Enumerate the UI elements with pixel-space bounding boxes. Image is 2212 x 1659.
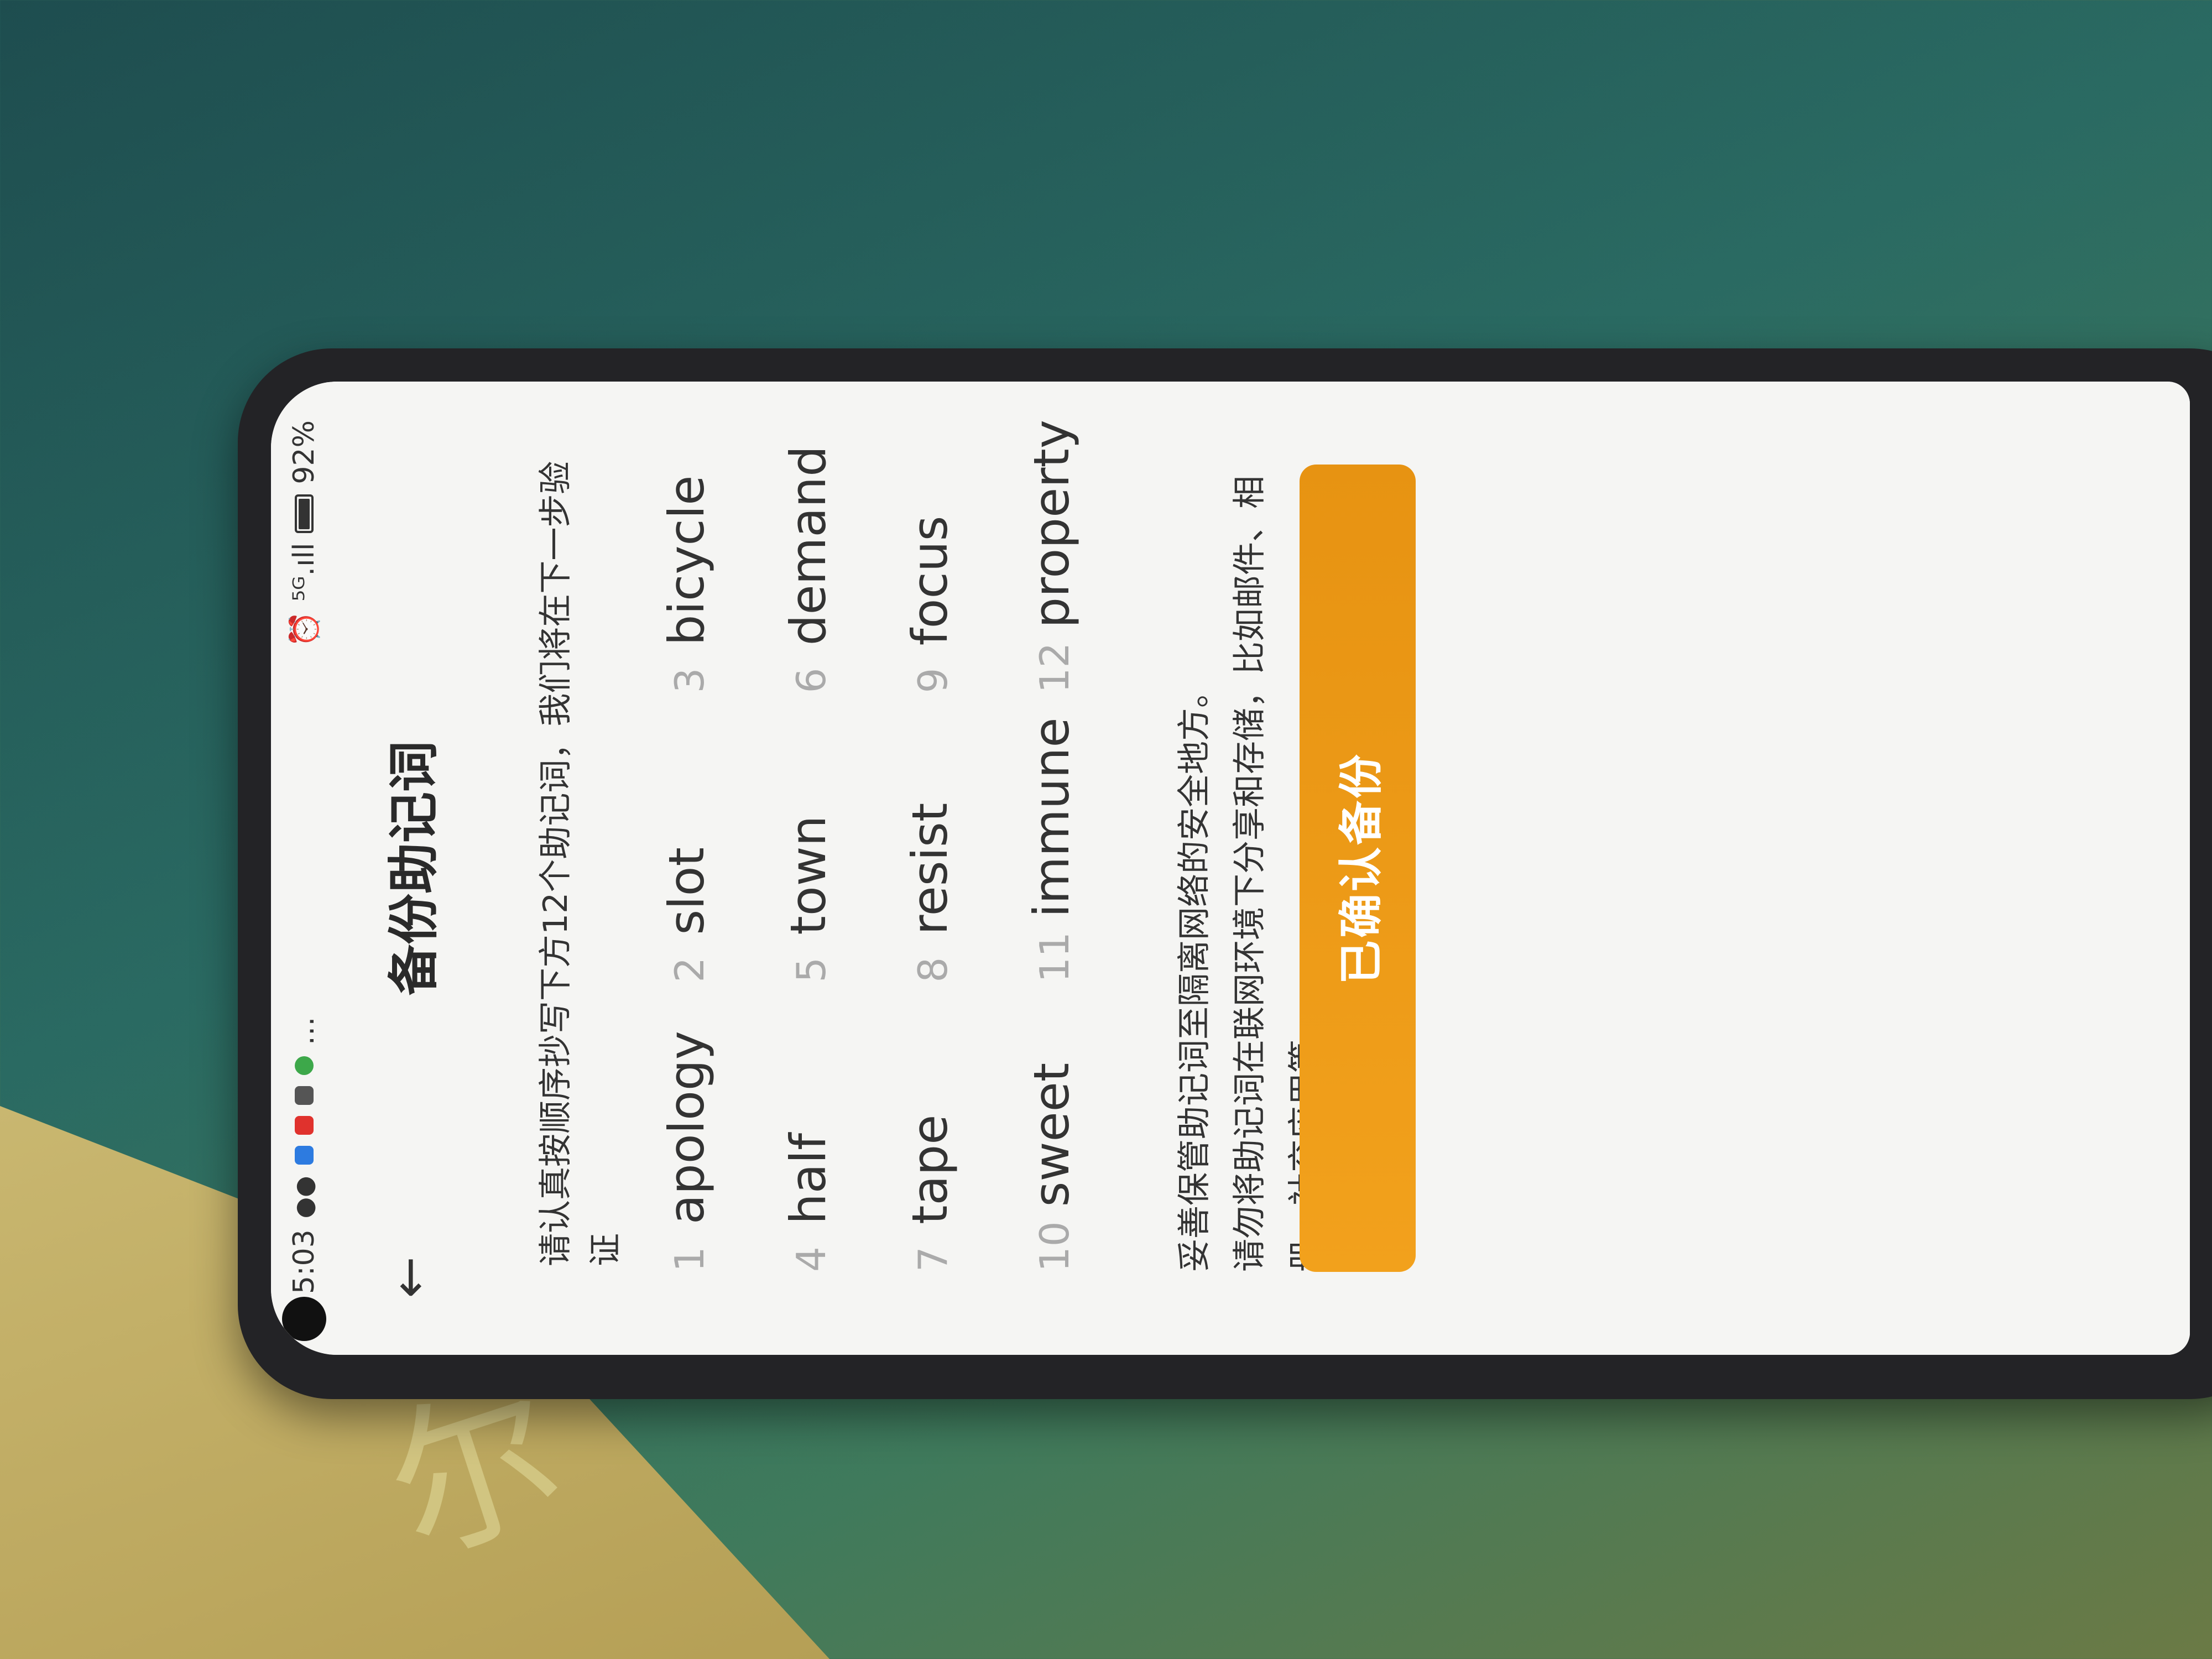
back-arrow-icon: ←: [380, 1256, 439, 1298]
phone-screen: 5:03 ●● … ⏰ ⁵ᴳ.ıll 92% ← 备份助记词 请认真按顺序抄写下…: [271, 382, 2190, 1355]
word-index: 12: [1031, 642, 1078, 693]
app-screen: 5:03 ●● … ⏰ ⁵ᴳ.ıll 92% ← 备份助记词 请认真按顺序抄写下…: [271, 382, 2190, 1355]
mnemonic-word: 6 demand: [780, 415, 841, 693]
page-title: 备份助记词: [384, 741, 444, 996]
app-notification-icon: [295, 1086, 314, 1105]
signal-icon: ⁵ᴳ.ıll: [288, 542, 321, 602]
status-right: ⏰ ⁵ᴳ.ıll 92%: [288, 420, 321, 647]
app-notification-icon: [295, 1146, 314, 1165]
status-time: 5:03: [288, 1229, 321, 1294]
mnemonic-word: 8 resist: [901, 704, 962, 983]
header: ← 备份助记词: [354, 382, 465, 1355]
warning-line: 妥善保管助记词至隔离网络的安全地方。: [1175, 675, 1214, 1272]
word-index: 7: [910, 1246, 956, 1272]
mnemonic-word: 7 tape: [901, 994, 962, 1272]
mnemonic-word: 11 immune: [1023, 704, 1084, 982]
word-index: 11: [1031, 932, 1078, 983]
mnemonic-word: 2 slot: [658, 704, 719, 983]
mnemonic-word: 1 apology: [658, 994, 719, 1272]
app-notification-icon: [295, 1056, 314, 1076]
word-text: slot: [658, 847, 715, 935]
word-index: 5: [788, 957, 834, 983]
confirm-backup-button[interactable]: 已确认备份: [1300, 465, 1416, 1272]
word-text: demand: [780, 446, 837, 646]
word-index: 3: [666, 667, 713, 693]
mnemonic-word: 3 bicycle: [658, 415, 719, 693]
alarm-icon: ⏰: [288, 611, 321, 648]
battery-icon: [295, 494, 314, 533]
word-text: resist: [901, 802, 958, 935]
mnemonic-word: 5 town: [780, 704, 841, 983]
word-text: focus: [901, 515, 958, 646]
wechat-icon: ●●: [290, 1176, 319, 1219]
mnemonic-word-grid: 1 apology 2 slot 3 bicycle 4 half 5 town 6 demand 7 t…: [658, 415, 1084, 1272]
mnemonic-word: 10 sweet: [1023, 994, 1084, 1272]
word-index: 10: [1031, 1221, 1078, 1272]
front-camera: [282, 1297, 326, 1341]
word-text: town: [780, 815, 837, 935]
word-index: 8: [910, 957, 956, 983]
word-index: 2: [666, 957, 713, 983]
instruction-text: 请认真按顺序抄写下方12个助记词，我们将在下一步验证: [536, 461, 625, 1266]
mnemonic-word: 12 property: [1023, 415, 1084, 693]
status-bar: 5:03 ●● … ⏰ ⁵ᴳ.ıll 92%: [271, 382, 337, 1355]
battery-level: 92%: [288, 420, 321, 484]
more-notifications-icon: …: [288, 1016, 321, 1046]
word-text: apology: [658, 1031, 715, 1224]
word-index: 1: [666, 1246, 713, 1272]
word-text: immune: [1023, 717, 1080, 918]
word-index: 9: [910, 667, 956, 693]
app-notification-icon: [295, 1116, 314, 1135]
word-text: sweet: [1023, 1062, 1080, 1207]
status-left: 5:03 ●● …: [288, 647, 321, 1294]
word-index: 6: [788, 667, 834, 693]
word-text: bicycle: [658, 475, 715, 646]
mnemonic-word: 9 focus: [901, 415, 962, 693]
word-index: 4: [788, 1246, 834, 1272]
word-text: half: [780, 1133, 837, 1224]
mnemonic-word: 4 half: [780, 994, 841, 1272]
back-button[interactable]: ←: [376, 1244, 442, 1311]
word-text: property: [1023, 420, 1080, 628]
word-text: tape: [901, 1114, 958, 1224]
